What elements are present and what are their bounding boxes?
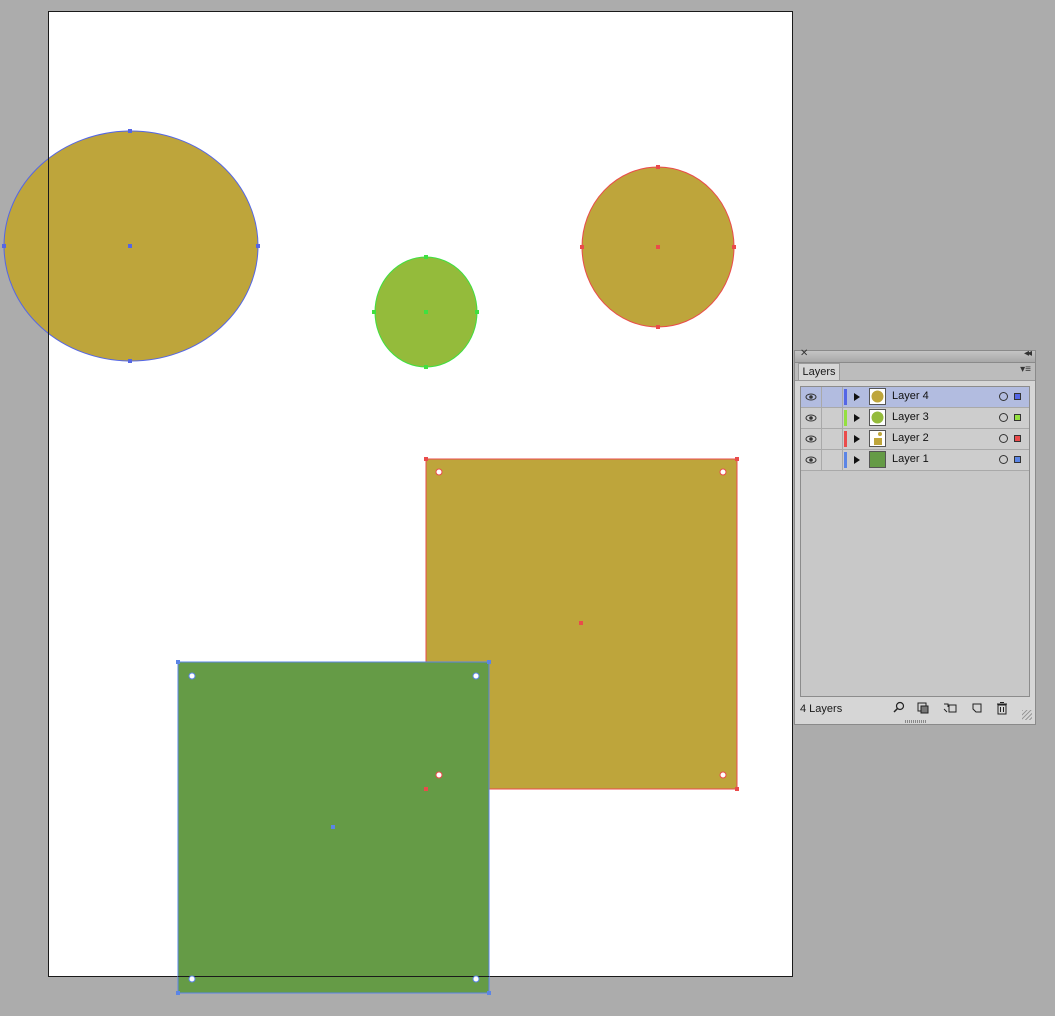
layer-name[interactable]: Layer 1 [892,453,929,465]
lock-toggle[interactable] [822,387,843,407]
layer-row-layer-3[interactable]: Layer 3 [801,408,1029,429]
search-icon[interactable] [892,701,906,718]
trash-icon[interactable] [995,701,1009,718]
corner-widget[interactable] [472,975,480,983]
eye-icon [805,393,817,401]
layer-color-bar [844,410,847,426]
layer-color-bar [844,389,847,405]
corner-widget[interactable] [472,672,480,680]
resize-grip[interactable] [1022,710,1032,720]
layer-4-ellipse[interactable] [2,129,260,363]
handle[interactable] [487,660,491,664]
collapse-icon[interactable]: ◂◂ [1024,348,1032,359]
handle[interactable] [735,787,739,791]
visibility-toggle[interactable] [801,429,822,449]
lock-toggle[interactable] [822,450,843,470]
anchor-point[interactable] [732,245,736,249]
corner-widget[interactable] [719,771,727,779]
expand-arrow-icon[interactable] [854,414,860,422]
tab-layers[interactable]: Layers [798,363,840,380]
layer-list: Layer 4 Layer 3 Layer 2 Layer 1 [800,386,1030,697]
expand-arrow-icon[interactable] [854,456,860,464]
corner-widget[interactable] [188,975,196,983]
handle[interactable] [424,457,428,461]
layer-name[interactable]: Layer 4 [892,390,929,402]
center-point [331,825,335,829]
visibility-toggle[interactable] [801,387,822,407]
corner-widget[interactable] [188,672,196,680]
expand-arrow-icon[interactable] [854,393,860,401]
anchor-point[interactable] [424,255,428,259]
visibility-toggle[interactable] [801,450,822,470]
target-icon[interactable] [999,455,1008,464]
tab-strip: Layers ▾≡ [795,363,1035,381]
target-icon[interactable] [999,413,1008,422]
clipping-mask-icon[interactable] [916,701,930,718]
layer-color-bar [844,431,847,447]
anchor-point[interactable] [256,244,260,248]
target-icon[interactable] [999,434,1008,443]
layer-row-layer-4[interactable]: Layer 4 [801,387,1029,408]
handle[interactable] [487,991,491,995]
close-icon[interactable]: ✕ [800,348,808,359]
handle[interactable] [735,457,739,461]
panel-footer: 4 Layers [795,701,1035,725]
handle[interactable] [424,787,428,791]
visibility-toggle[interactable] [801,408,822,428]
layer-name[interactable]: Layer 3 [892,411,929,423]
anchor-point[interactable] [656,325,660,329]
layer-count: 4 Layers [800,703,843,715]
selection-indicator[interactable] [1014,393,1021,400]
center-point [656,245,660,249]
panel-titlebar[interactable]: ✕ ◂◂ [795,348,1035,363]
anchor-point[interactable] [372,310,376,314]
panel-resize-handle[interactable] [905,720,927,723]
handle[interactable] [176,660,180,664]
corner-widget[interactable] [435,468,443,476]
selection-indicator[interactable] [1014,435,1021,442]
target-icon[interactable] [999,392,1008,401]
panel-menu-icon[interactable]: ▾≡ [1020,364,1031,375]
layer-name[interactable]: Layer 2 [892,432,929,444]
layer-color-bar [844,452,847,468]
anchor-point[interactable] [128,359,132,363]
layer-3-ellipse[interactable] [372,255,479,369]
center-point [579,621,583,625]
expand-arrow-icon[interactable] [854,435,860,443]
anchor-point[interactable] [475,310,479,314]
layer-thumbnail [869,451,886,468]
eye-icon [805,435,817,443]
layer-thumbnail [869,409,886,426]
handle[interactable] [176,991,180,995]
new-sublayer-icon[interactable] [942,701,958,718]
new-layer-icon[interactable] [970,701,984,718]
anchor-point[interactable] [580,245,584,249]
anchor-point[interactable] [424,365,428,369]
corner-widget[interactable] [435,771,443,779]
layer-thumbnail [869,430,886,447]
layer-row-layer-2[interactable]: Layer 2 [801,429,1029,450]
layer-row-layer-1[interactable]: Layer 1 [801,450,1029,471]
layers-panel: ✕ ◂◂ Layers ▾≡ Layer 4 Layer 3 Layer 2 L… [794,348,1036,725]
selection-indicator[interactable] [1014,414,1021,421]
center-point [424,310,428,314]
anchor-point[interactable] [656,165,660,169]
anchor-point[interactable] [128,129,132,133]
selection-indicator[interactable] [1014,456,1021,463]
eye-icon [805,456,817,464]
corner-widget[interactable] [719,468,727,476]
lock-toggle[interactable] [822,408,843,428]
lock-toggle[interactable] [822,429,843,449]
anchor-point[interactable] [2,244,6,248]
center-point [128,244,132,248]
eye-icon [805,414,817,422]
layer-thumbnail [869,388,886,405]
layer-2-ellipse[interactable] [580,165,736,329]
